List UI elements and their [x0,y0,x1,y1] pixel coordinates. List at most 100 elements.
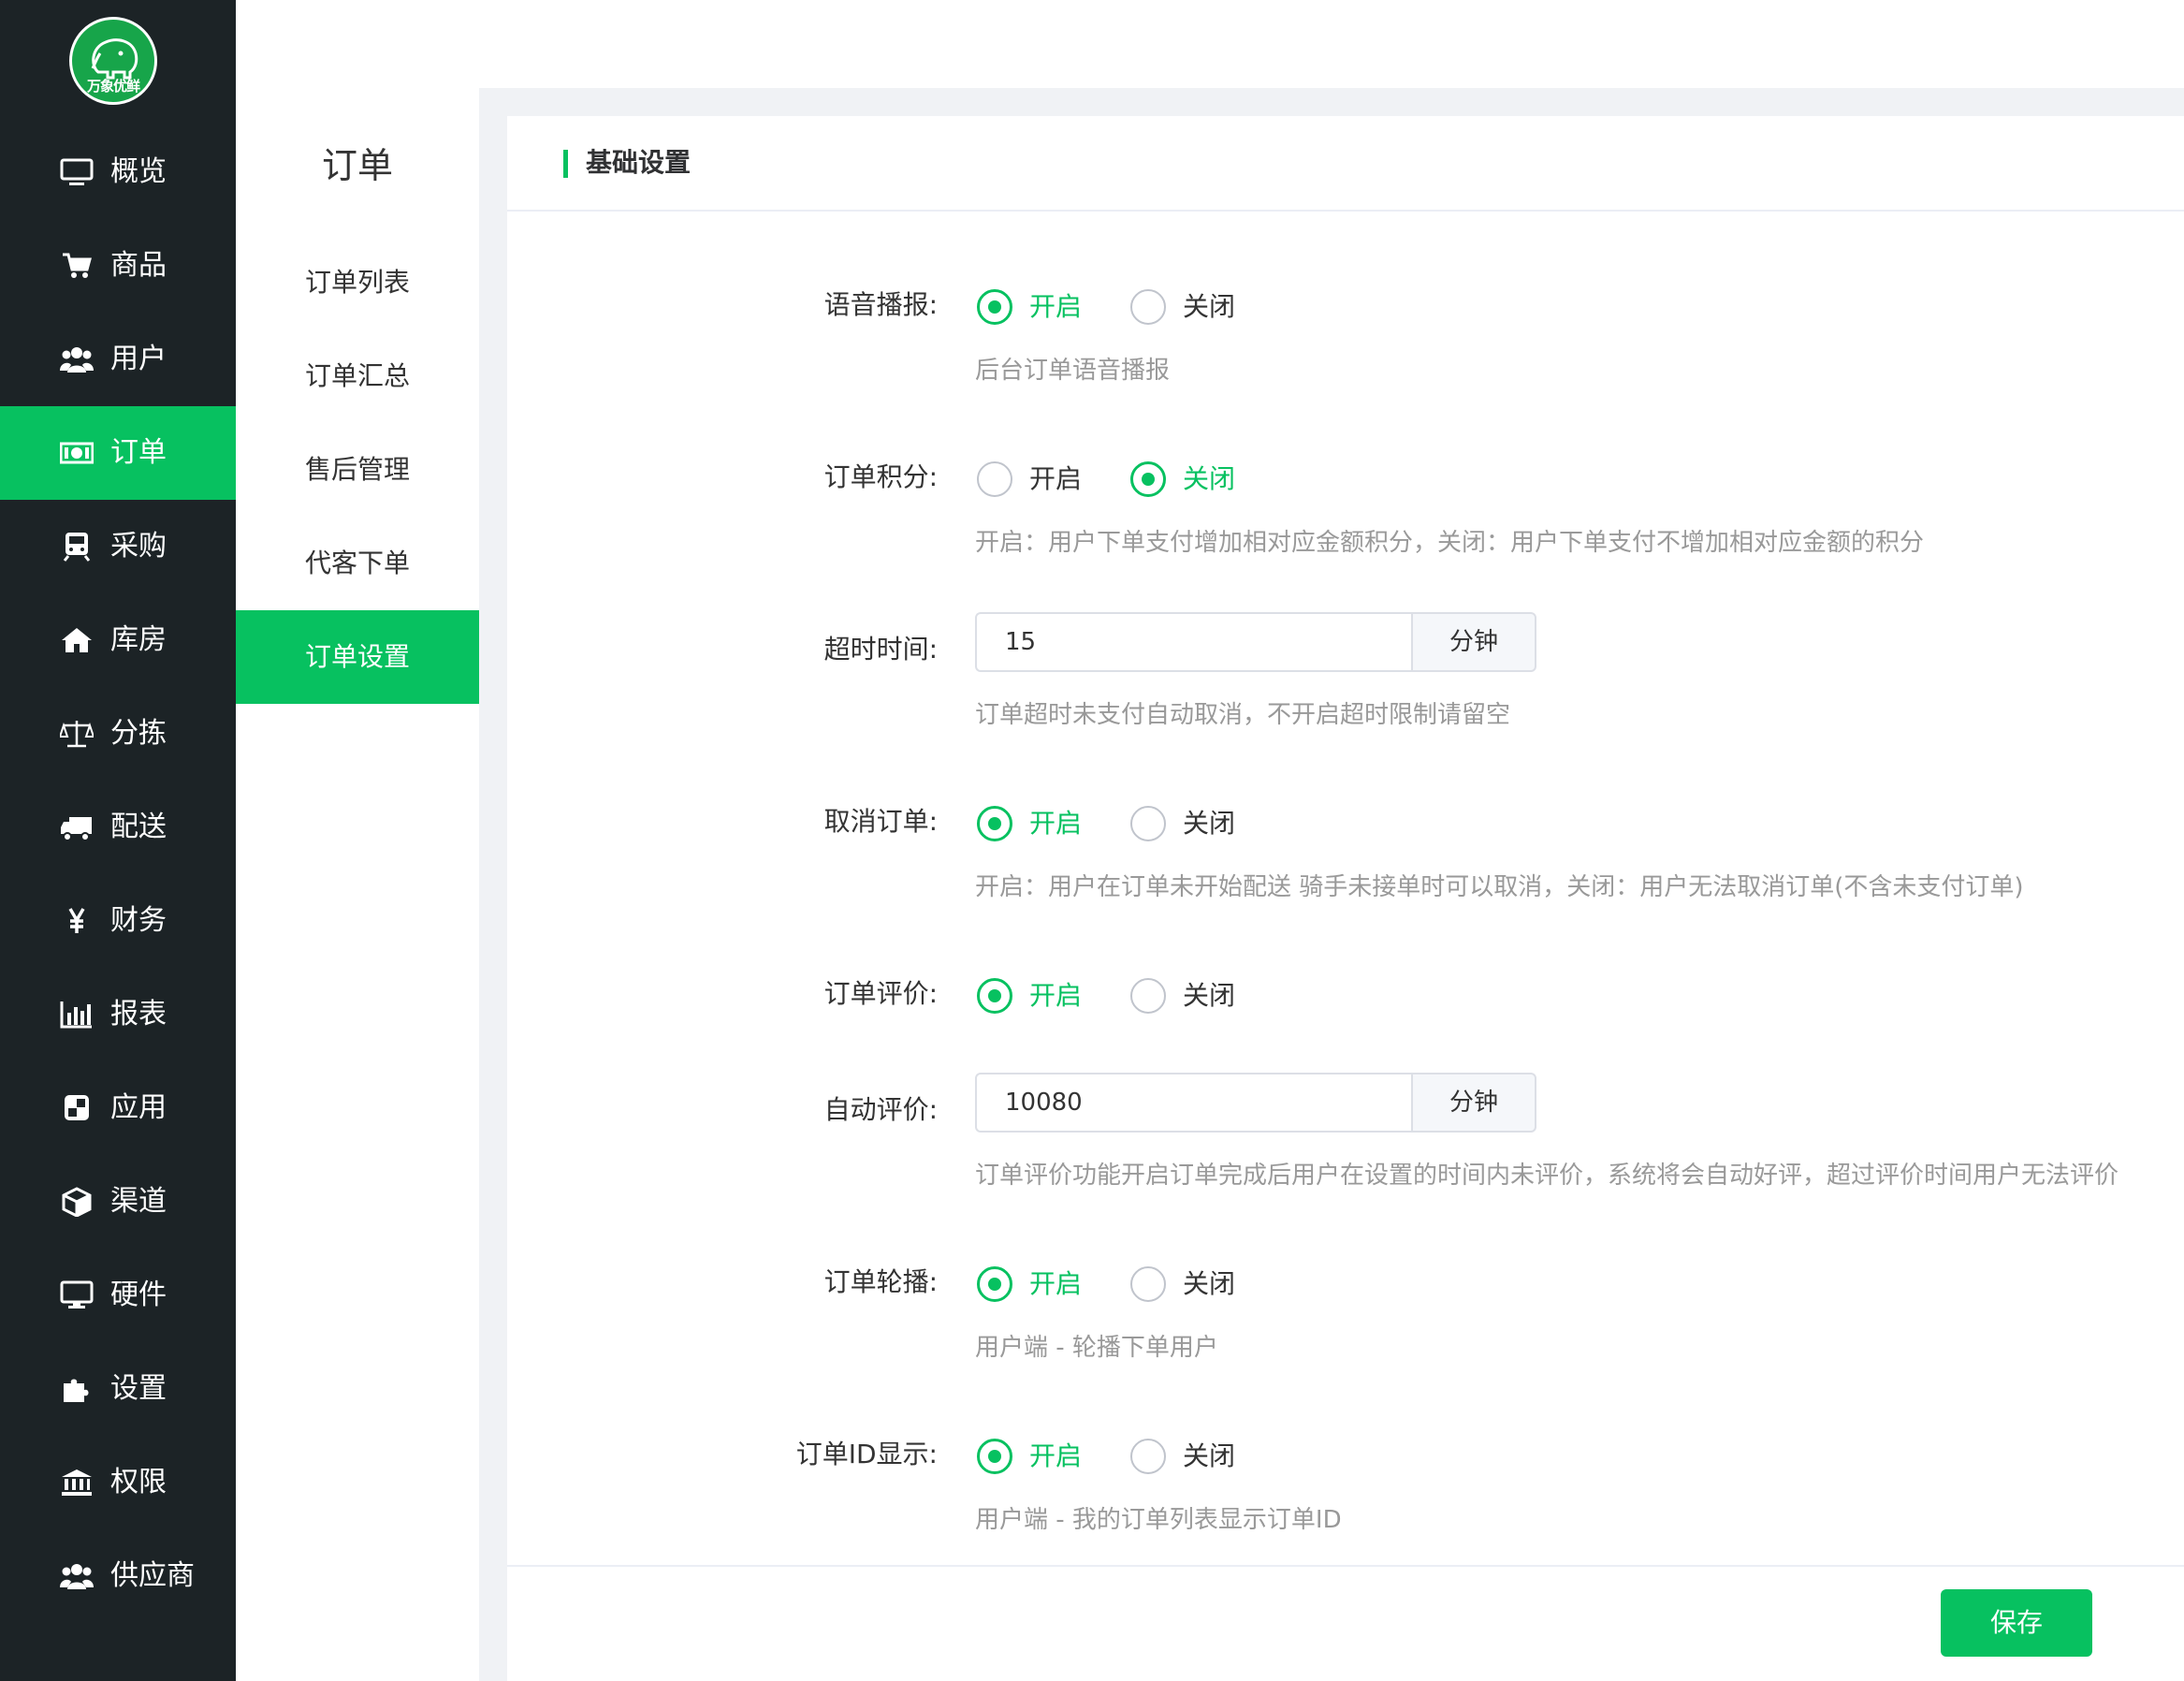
nav-item-hardware[interactable]: 硬件 [0,1249,236,1342]
group-icon [60,1564,94,1589]
nav-item-sorting[interactable]: 分拣 [0,687,236,781]
nav-item-suppliers[interactable]: 供应商 [0,1529,236,1623]
nav-label: 设置 [110,1372,167,1405]
voice-broadcast-help: 后台订单语音播报 [975,357,1171,385]
yen-icon [68,908,85,933]
nav-item-permissions[interactable]: 权限 [0,1436,236,1529]
save-button[interactable]: 保存 [1941,1589,2092,1657]
subnav-item-order-summary[interactable]: 订单汇总 [236,329,479,423]
nav-item-finance[interactable]: 财务 [0,874,236,968]
money-icon [60,442,94,464]
cube-icon [62,1187,92,1217]
section-title: 基础设置 [586,147,692,178]
nav-item-purchase[interactable]: 采购 [0,500,236,593]
nav-item-delivery[interactable]: 配送 [0,781,236,874]
auto-review-label: 自动评价: [823,1094,938,1125]
timeout-input[interactable]: 15 [975,612,1411,672]
auto-review-unit: 分钟 [1411,1073,1536,1133]
order-id-display-on-radio[interactable]: 开启 [977,1438,1082,1475]
monitor-icon [60,158,94,185]
radio-checked-icon [977,1266,1012,1302]
radio-checked-icon [977,978,1012,1014]
nav-item-channels[interactable]: 渠道 [0,1155,236,1249]
subnav-item-proxy-order[interactable]: 代客下单 [236,517,479,610]
cancel-order-on-radio[interactable]: 开启 [977,805,1082,842]
radio-unchecked-icon [1130,1266,1166,1302]
nav-label: 财务 [110,904,167,937]
title-accent-bar [563,150,568,178]
nav-label: 采购 [110,530,167,563]
nav-label: 渠道 [110,1185,167,1218]
radio-label: 关闭 [1183,291,1236,322]
timeout-unit: 分钟 [1411,612,1536,672]
order-carousel-off-radio[interactable]: 关闭 [1130,1265,1235,1303]
order-points-label: 订单积分: [823,461,938,492]
order-id-display-off-radio[interactable]: 关闭 [1130,1438,1235,1475]
order-carousel-on-radio[interactable]: 开启 [977,1265,1082,1303]
subnav-title: 订单 [321,145,393,186]
order-carousel-help: 用户端 - 轮播下单用户 [975,1334,1218,1362]
radio-unchecked-icon [1130,1439,1166,1474]
brand-logo[interactable]: 万象优鲜 [69,17,157,105]
auto-review-input-group: 10080 分钟 [975,1073,1536,1133]
auto-review-input[interactable]: 10080 [975,1073,1411,1133]
nav-item-orders[interactable]: 订单 [0,406,236,500]
puzzle-icon [64,1379,89,1402]
order-id-display-help: 用户端 - 我的订单列表显示订单ID [975,1506,1342,1534]
radio-label: 关闭 [1183,808,1236,839]
radio-label: 开启 [1029,1268,1083,1299]
radio-label: 关闭 [1183,1440,1236,1471]
nav-label: 权限 [110,1466,167,1498]
radio-label: 关闭 [1183,463,1236,494]
bar-chart-icon [60,1001,92,1029]
radio-label: 开启 [1029,291,1083,322]
order-points-help: 开启：用户下单支付增加相对应金额积分，关闭：用户下单支付不增加相对应金额的积分 [975,529,1925,557]
radio-label: 关闭 [1183,980,1236,1011]
order-review-on-radio[interactable]: 开启 [977,977,1082,1015]
nav-item-warehouse[interactable]: 库房 [0,593,236,687]
desktop-icon [60,1280,94,1308]
radio-unchecked-icon [977,461,1012,497]
nav-label: 配送 [110,811,167,843]
train-icon [63,533,91,562]
cancel-order-off-radio[interactable]: 关闭 [1130,805,1235,842]
nav-label: 硬件 [110,1279,167,1311]
footer-divider [507,1565,2184,1567]
nav-item-apps[interactable]: 应用 [0,1061,236,1155]
order-points-off-radio[interactable]: 关闭 [1130,460,1235,498]
radio-checked-icon [977,806,1012,841]
timeout-input-group: 15 分钟 [975,612,1536,672]
voice-broadcast-on-radio[interactable]: 开启 [977,288,1082,326]
subnav-item-order-settings[interactable]: 订单设置 [236,610,479,704]
voice-broadcast-label: 语音播报: [823,289,938,320]
nav-label: 供应商 [110,1559,195,1592]
radio-unchecked-icon [1130,978,1166,1014]
radio-checked-icon [977,289,1012,325]
app-icon [65,1095,89,1120]
balance-scale-icon [60,721,94,748]
nav-item-users[interactable]: 用户 [0,313,236,406]
top-header [236,0,2184,88]
voice-broadcast-off-radio[interactable]: 关闭 [1130,288,1235,326]
nav-item-products[interactable]: 商品 [0,219,236,313]
nav-item-reports[interactable]: 报表 [0,968,236,1061]
nav-label: 订单 [110,436,167,469]
subnav-item-after-sales[interactable]: 售后管理 [236,423,479,517]
nav-label: 分拣 [110,717,167,750]
order-review-label: 订单评价: [823,978,938,1009]
order-id-display-label: 订单ID显示: [795,1439,938,1469]
nav-label: 应用 [110,1091,167,1124]
order-carousel-label: 订单轮播: [823,1266,938,1297]
sub-sidebar: 订单 订单列表 订单汇总 售后管理 代客下单 订单设置 [236,88,479,1681]
timeout-label: 超时时间: [823,634,938,665]
radio-label: 开启 [1029,980,1083,1011]
radio-label: 关闭 [1183,1268,1236,1299]
nav-item-settings[interactable]: 设置 [0,1342,236,1436]
order-points-on-radio[interactable]: 开启 [977,460,1082,498]
radio-label: 开启 [1029,463,1083,494]
radio-checked-icon [1130,461,1166,497]
order-review-off-radio[interactable]: 关闭 [1130,977,1235,1015]
subnav-item-order-list[interactable]: 订单列表 [236,236,479,329]
nav-item-overview[interactable]: 概览 [0,125,236,219]
users-icon [60,347,94,373]
